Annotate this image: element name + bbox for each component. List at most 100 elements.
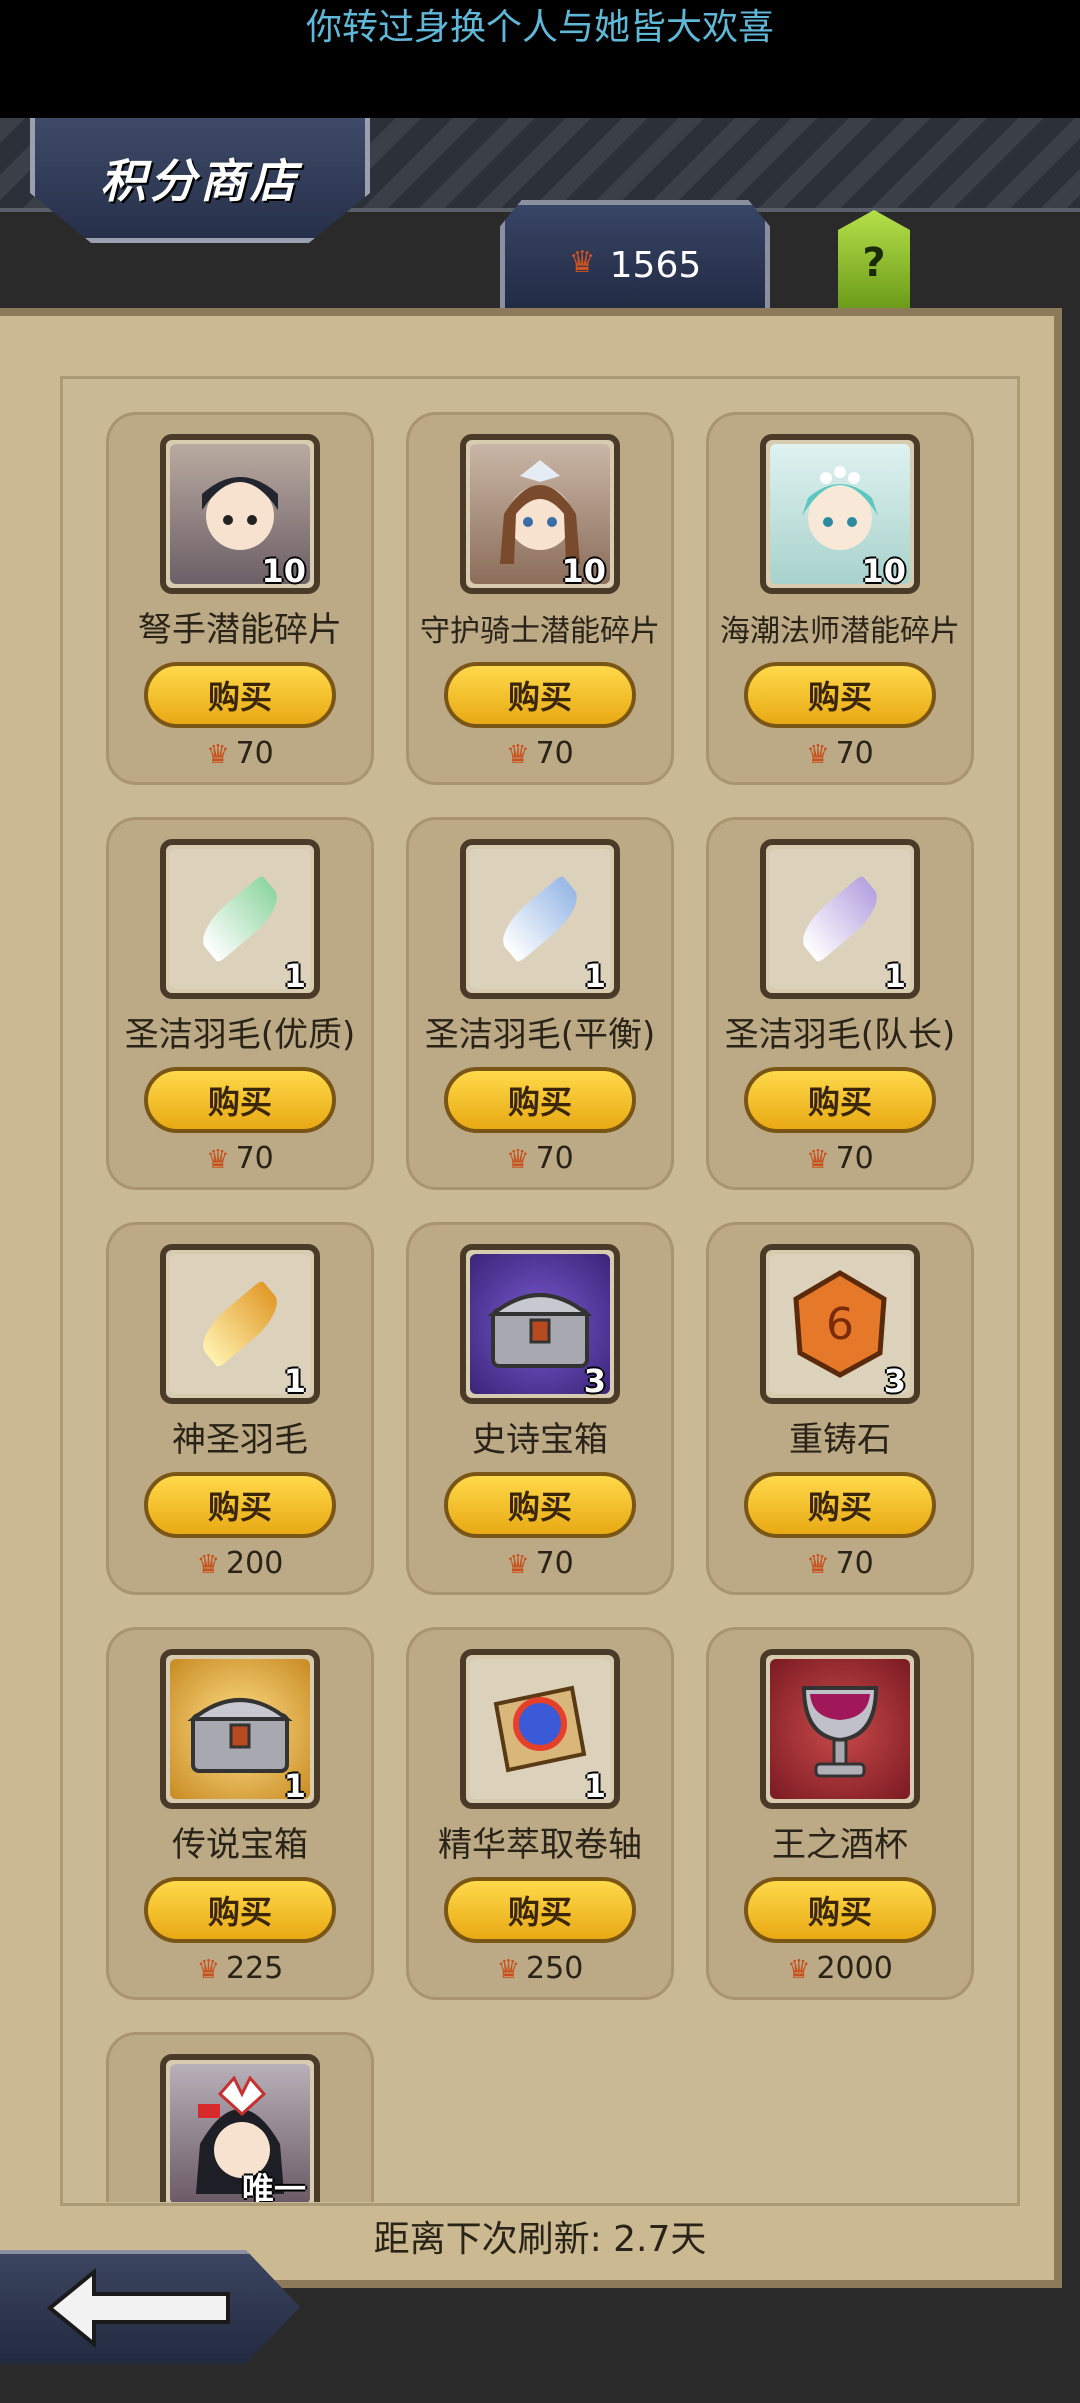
item-icon-frame: 1	[160, 839, 320, 999]
item-quantity: 10	[561, 552, 606, 590]
item-icon-frame	[760, 1649, 920, 1809]
item-price: ♛ 70	[406, 736, 674, 771]
item-price: ♛ 2000	[706, 1951, 974, 1986]
item-name: 弩手潜能碎片	[138, 610, 342, 650]
buy-button[interactable]: 购买	[444, 1877, 636, 1943]
item-price: ♛ 250	[406, 1951, 674, 1986]
crown-points-icon: ♛	[568, 245, 596, 280]
buy-button[interactable]: 购买	[444, 662, 636, 728]
crown-points-icon: ♛	[506, 740, 530, 770]
shop-grid: 10 弩手潜能碎片 购买 ♛ 70 10 守护骑士潜能碎片 购买 ♛ 70 10 海…	[106, 412, 976, 2202]
buy-button[interactable]: 购买	[444, 1472, 636, 1538]
item-price: ♛ 200	[106, 1546, 374, 1581]
item-price-value: 70	[235, 1141, 274, 1176]
item-icon-frame: 10	[460, 434, 620, 594]
item-icon-frame: 1	[760, 839, 920, 999]
item-price-value: 200	[226, 1546, 284, 1581]
item-name: 王之酒杯	[772, 1825, 908, 1865]
item-price: ♛ 70	[706, 1141, 974, 1176]
shop-item: 1 神圣羽毛 购买 ♛ 200	[106, 1222, 374, 1595]
page-title: 积分商店	[30, 118, 370, 243]
item-price-value: 70	[535, 736, 574, 771]
item-price-value: 70	[535, 1141, 574, 1176]
buy-button[interactable]: 购买	[744, 1472, 936, 1538]
shop-item: 1 圣洁羽毛(队长) 购买 ♛ 70	[706, 817, 974, 1190]
item-icon-frame: 1	[160, 1649, 320, 1809]
item-name: 史诗宝箱	[472, 1420, 608, 1460]
item-name: 海潮法师潜能碎片	[720, 614, 960, 649]
item-price: ♛ 70	[706, 1546, 974, 1581]
item-icon-frame: 1	[460, 839, 620, 999]
item-quantity: 1	[583, 1767, 606, 1805]
points-display: ♛ 1565	[500, 200, 770, 320]
item-price-value: 70	[835, 1546, 874, 1581]
buy-button[interactable]: 购买	[144, 1472, 336, 1538]
item-icon-frame: 10	[760, 434, 920, 594]
item-price-value: 70	[835, 1141, 874, 1176]
item-quantity: 3	[583, 1362, 606, 1400]
item-icon-frame: 唯一	[160, 2054, 320, 2202]
crown-points-icon: ♛	[506, 1145, 530, 1175]
buy-button[interactable]: 购买	[744, 662, 936, 728]
item-price-value: 70	[835, 736, 874, 771]
crown-points-icon: ♛	[806, 1145, 830, 1175]
item-quantity: 1	[283, 957, 306, 995]
item-price: ♛ 70	[106, 736, 374, 771]
item-price: ♛ 70	[406, 1546, 674, 1581]
shop-item: 1 精华萃取卷轴 购买 ♛ 250	[406, 1627, 674, 2000]
points-value: 1565	[609, 245, 702, 286]
item-name: 传说宝箱	[172, 1825, 308, 1865]
shop-item: 1 传说宝箱 购买 ♛ 225	[106, 1627, 374, 2000]
crown-points-icon: ♛	[506, 1550, 530, 1580]
buy-button[interactable]: 购买	[444, 1067, 636, 1133]
item-quantity: 3	[883, 1362, 906, 1400]
status-lyric: 你转过身换个人与她皆大欢喜	[0, 0, 1080, 118]
shop-item: 10 守护骑士潜能碎片 购买 ♛ 70	[406, 412, 674, 785]
item-quantity: 1	[583, 957, 606, 995]
shop-item: 6 3 重铸石 购买 ♛ 70	[706, 1222, 974, 1595]
shop-item: 1 圣洁羽毛(平衡) 购买 ♛ 70	[406, 817, 674, 1190]
buy-button[interactable]: 购买	[744, 1877, 936, 1943]
item-price-value: 70	[235, 736, 274, 771]
king-goblet-icon	[770, 1659, 910, 1799]
item-icon-frame: 6 3	[760, 1244, 920, 1404]
crown-points-icon: ♛	[787, 1955, 811, 1985]
item-icon-frame: 3	[460, 1244, 620, 1404]
shop-item: 10 弩手潜能碎片 购买 ♛ 70	[106, 412, 374, 785]
crown-points-icon: ♛	[496, 1955, 521, 1985]
buy-button[interactable]: 购买	[144, 1067, 336, 1133]
svg-text:6: 6	[826, 1299, 854, 1350]
buy-button[interactable]: 购买	[744, 1067, 936, 1133]
item-price-value: 250	[526, 1951, 584, 1986]
shop-item: 唯一	[106, 2032, 374, 2202]
shop-item: 1 圣洁羽毛(优质) 购买 ♛ 70	[106, 817, 374, 1190]
item-icon-frame: 10	[160, 434, 320, 594]
shop-item: 王之酒杯 购买 ♛ 2000	[706, 1627, 974, 2000]
help-button[interactable]: ?	[838, 210, 910, 310]
item-name: 重铸石	[789, 1420, 891, 1460]
item-price-value: 2000	[816, 1951, 893, 1986]
back-arrow-icon[interactable]	[46, 2268, 236, 2348]
item-quantity: 10	[261, 552, 306, 590]
shop-item: 10 海潮法师潜能碎片 购买 ♛ 70	[706, 412, 974, 785]
item-quantity: 唯一	[241, 2170, 306, 2202]
item-price: ♛ 70	[406, 1141, 674, 1176]
item-price: ♛ 70	[706, 736, 974, 771]
item-name: 圣洁羽毛(平衡)	[424, 1015, 656, 1055]
item-price-value: 70	[535, 1546, 574, 1581]
crown-points-icon: ♛	[206, 740, 230, 770]
item-name: 守护骑士潜能碎片	[420, 614, 660, 649]
item-quantity: 1	[283, 1767, 306, 1805]
crown-points-icon: ♛	[196, 1955, 221, 1985]
item-icon-frame: 1	[160, 1244, 320, 1404]
item-quantity: 10	[861, 552, 906, 590]
item-quantity: 1	[283, 1362, 306, 1400]
shop-item: 3 史诗宝箱 购买 ♛ 70	[406, 1222, 674, 1595]
item-name: 神圣羽毛	[172, 1420, 308, 1460]
item-name: 圣洁羽毛(优质)	[124, 1015, 356, 1055]
buy-button[interactable]: 购买	[144, 1877, 336, 1943]
item-price: ♛ 225	[106, 1951, 374, 1986]
buy-button[interactable]: 购买	[144, 662, 336, 728]
item-icon-frame: 1	[460, 1649, 620, 1809]
item-price: ♛ 70	[106, 1141, 374, 1176]
